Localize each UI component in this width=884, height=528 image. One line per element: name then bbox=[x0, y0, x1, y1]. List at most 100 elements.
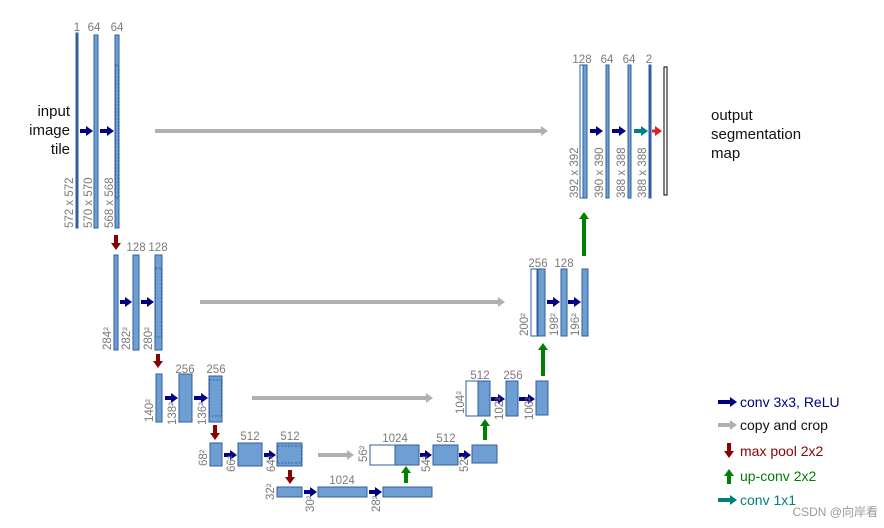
feature-map bbox=[465, 380, 479, 417]
channel-count-label: 256 bbox=[206, 364, 225, 376]
feature-map bbox=[317, 486, 368, 498]
feature-map bbox=[505, 380, 519, 417]
feature-map bbox=[581, 268, 589, 337]
feature-map bbox=[208, 375, 223, 423]
conv-arrow-head bbox=[86, 126, 93, 136]
spatial-size-label: 284² bbox=[102, 327, 114, 350]
up-conv-arrow-head bbox=[480, 419, 490, 426]
channel-count-label: 512 bbox=[436, 433, 455, 445]
output-segmentation-map-label: segmentation bbox=[711, 126, 801, 143]
legend-label: conv 3x3, ReLU bbox=[740, 394, 840, 410]
legend-arrow-down-icon-head bbox=[724, 451, 734, 458]
feature-map bbox=[648, 64, 652, 199]
output-segmentation-map bbox=[663, 66, 668, 196]
max-pool-arrow-head bbox=[210, 433, 220, 440]
conv1x1-arrow-head bbox=[641, 126, 648, 136]
channel-count-label: 512 bbox=[470, 370, 489, 382]
spatial-size-label: 388 x 388 bbox=[637, 147, 649, 198]
max-pool-arrow-head bbox=[153, 361, 163, 368]
copy-crop-arrow-head bbox=[347, 450, 354, 460]
spatial-size-label: 200² bbox=[519, 313, 531, 336]
spatial-size-label: 570 x 570 bbox=[83, 177, 95, 228]
feature-map bbox=[382, 486, 433, 498]
spatial-size-label: 54² bbox=[421, 455, 433, 472]
spatial-size-label: 64² bbox=[266, 455, 278, 472]
channel-count-label: 64 bbox=[623, 54, 636, 66]
spatial-size-label: 102² bbox=[494, 397, 506, 420]
legend-label: copy and crop bbox=[740, 417, 828, 433]
spatial-size-label: 66² bbox=[226, 455, 238, 472]
feature-map bbox=[560, 268, 568, 337]
conv-arrow-head bbox=[201, 393, 208, 403]
channel-count-label: 256 bbox=[528, 258, 547, 270]
conv-arrow-head bbox=[107, 126, 114, 136]
legend-label: max pool 2x2 bbox=[740, 443, 823, 459]
channel-count-label: 64 bbox=[88, 22, 101, 34]
conv-arrow-head bbox=[619, 126, 626, 136]
copy-crop-arrow-head bbox=[426, 393, 433, 403]
feature-map bbox=[530, 268, 538, 337]
channel-count-label: 256 bbox=[503, 370, 522, 382]
spatial-size-label: 280² bbox=[143, 327, 155, 350]
output-segmentation-map-label: output bbox=[711, 107, 754, 124]
feature-map bbox=[394, 444, 420, 466]
input-image-tile-label: input bbox=[37, 103, 70, 120]
copy-crop-arrow-head bbox=[541, 126, 548, 136]
feature-map bbox=[75, 32, 79, 229]
spatial-size-label: 390 x 390 bbox=[594, 147, 606, 198]
spatial-size-label: 388 x 388 bbox=[616, 147, 628, 198]
feature-map bbox=[605, 64, 610, 199]
channel-count-label: 256 bbox=[175, 364, 194, 376]
up-conv-arrow-head bbox=[538, 343, 548, 350]
input-image-tile-label: image bbox=[29, 122, 70, 139]
spatial-size-label: 100² bbox=[524, 397, 536, 420]
legend-label: up-conv 2x2 bbox=[740, 468, 816, 484]
feature-map bbox=[209, 442, 223, 467]
spatial-size-label: 138² bbox=[167, 402, 179, 425]
spatial-size-label: 140² bbox=[144, 399, 156, 422]
conv-arrow-head bbox=[125, 297, 132, 307]
conv-arrow-head bbox=[147, 297, 154, 307]
feature-map bbox=[471, 444, 498, 464]
spatial-size-label: 136² bbox=[197, 402, 209, 425]
spatial-size-label: 104² bbox=[455, 391, 467, 414]
up-conv-arrow-head bbox=[579, 212, 589, 219]
channel-count-label: 512 bbox=[280, 431, 299, 443]
channel-count-label: 512 bbox=[240, 431, 259, 443]
spatial-size-label: 28² bbox=[371, 495, 383, 512]
copy-crop-arrow-head bbox=[498, 297, 505, 307]
unet-architecture-diagram: 1 64 64128 128256 256512 51210241024 512512 256… bbox=[29, 22, 878, 519]
channel-count-label: 128 bbox=[572, 54, 591, 66]
channel-count-label: 128 bbox=[126, 242, 145, 254]
spatial-size-label: 196² bbox=[570, 313, 582, 336]
feature-map bbox=[155, 373, 163, 423]
conv-arrow-head bbox=[171, 393, 178, 403]
channel-count-label: 1024 bbox=[329, 475, 355, 487]
feature-map bbox=[627, 64, 632, 199]
spatial-size-label: 52² bbox=[459, 455, 471, 472]
conv-arrow-head bbox=[574, 297, 581, 307]
output-segmentation-map-label: map bbox=[711, 145, 740, 162]
feature-map bbox=[154, 254, 163, 351]
channel-count-label: 1024 bbox=[382, 433, 408, 445]
spatial-size-label: 392 x 392 bbox=[569, 147, 581, 198]
legend-arrow-right-icon-head bbox=[730, 397, 737, 407]
feature-map bbox=[369, 444, 396, 466]
conv-arrow-head bbox=[596, 126, 603, 136]
spatial-size-label: 282² bbox=[121, 327, 133, 350]
legend-arrow-up-icon-head bbox=[724, 469, 734, 476]
spatial-size-label: 572 x 572 bbox=[64, 177, 76, 228]
spatial-size-label: 30² bbox=[305, 495, 317, 512]
channel-count-label: 64 bbox=[111, 22, 124, 34]
watermark: CSDN @向岸看 bbox=[792, 504, 878, 519]
feature-map bbox=[477, 380, 491, 417]
spatial-size-label: 32² bbox=[265, 483, 277, 500]
conv-arrow-head bbox=[553, 297, 560, 307]
feature-map bbox=[132, 254, 140, 351]
final-arrow-head bbox=[655, 126, 662, 136]
feature-map bbox=[276, 486, 303, 498]
channel-count-label: 128 bbox=[554, 258, 573, 270]
feature-map bbox=[537, 268, 546, 337]
feature-map bbox=[582, 64, 588, 199]
spatial-size-label: 198² bbox=[549, 313, 561, 336]
